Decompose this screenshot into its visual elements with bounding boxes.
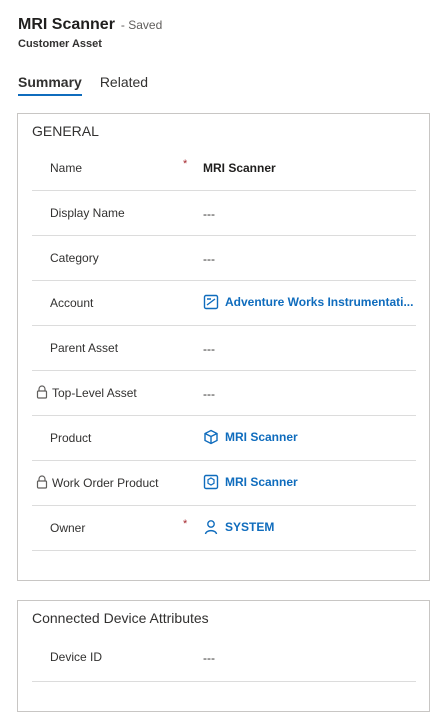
field-label-name: Name [50, 161, 83, 175]
field-value-top-level-asset: --- [203, 387, 215, 401]
field-value-device-id[interactable]: --- [203, 651, 215, 665]
save-status: - Saved [120, 18, 163, 32]
account-icon [203, 294, 219, 310]
field-label-work-order-product: Work Order Product [52, 476, 159, 490]
field-row-product: Product MRI Scanner [32, 416, 416, 461]
field-label-owner: Owner [50, 521, 86, 535]
field-label-product: Product [50, 431, 92, 445]
field-row-device-id: Device ID --- [32, 637, 416, 682]
form-header: MRI Scanner - Saved Customer Asset [18, 16, 162, 50]
required-indicator: * [183, 158, 188, 170]
field-label-display-name: Display Name [50, 206, 125, 220]
tab-related[interactable]: Related [100, 74, 148, 96]
work-order-product-icon [203, 474, 219, 490]
field-value-display-name[interactable]: --- [203, 207, 215, 221]
required-indicator: * [183, 518, 188, 530]
account-lookup-link[interactable]: Adventure Works Instrumentati... [203, 294, 413, 310]
product-lookup-link[interactable]: MRI Scanner [203, 429, 298, 445]
person-icon [204, 520, 218, 535]
field-value-category[interactable]: --- [203, 252, 215, 266]
field-label-account: Account [50, 296, 94, 310]
connected-device-section: Connected Device Attributes Device ID --… [17, 600, 430, 712]
field-row-work-order-product: Work Order Product MRI Scanner [32, 461, 416, 506]
field-row-top-level-asset: Top-Level Asset --- [32, 371, 416, 416]
product-lookup-text: MRI Scanner [225, 430, 298, 444]
lock-icon [36, 385, 48, 399]
account-lookup-text: Adventure Works Instrumentati... [225, 295, 414, 309]
owner-lookup-link[interactable]: SYSTEM [203, 519, 274, 535]
field-row-owner: Owner * SYSTEM [32, 506, 416, 551]
form-tabs: Summary Related [18, 74, 166, 96]
work-order-product-link[interactable]: MRI Scanner [203, 474, 298, 490]
connected-device-section-title: Connected Device Attributes [32, 610, 209, 626]
general-section-title: GENERAL [32, 123, 99, 139]
record-title: MRI Scanner [18, 16, 115, 33]
general-section: GENERAL Name * MRI Scanner Display Name … [17, 113, 430, 581]
field-row-name: Name * MRI Scanner [32, 146, 416, 191]
tab-summary[interactable]: Summary [18, 74, 82, 96]
entity-type-label: Customer Asset [18, 38, 102, 50]
field-label-parent-asset: Parent Asset [50, 341, 119, 355]
lock-icon [36, 475, 48, 489]
owner-lookup-text: SYSTEM [225, 520, 275, 534]
field-value-name[interactable]: MRI Scanner [203, 161, 276, 175]
field-row-parent-asset: Parent Asset --- [32, 326, 416, 371]
field-row-account: Account Adventure Works Instrumentati... [32, 281, 416, 326]
field-value-parent-asset[interactable]: --- [203, 342, 215, 356]
title-row: MRI Scanner - Saved [18, 16, 162, 34]
field-label-category: Category [50, 251, 99, 265]
field-label-top-level-asset: Top-Level Asset [52, 386, 137, 400]
field-row-display-name: Display Name --- [32, 191, 416, 236]
field-row-category: Category --- [32, 236, 416, 281]
work-order-product-text: MRI Scanner [225, 475, 298, 489]
product-cube-icon [204, 429, 218, 445]
field-label-device-id: Device ID [50, 650, 103, 664]
